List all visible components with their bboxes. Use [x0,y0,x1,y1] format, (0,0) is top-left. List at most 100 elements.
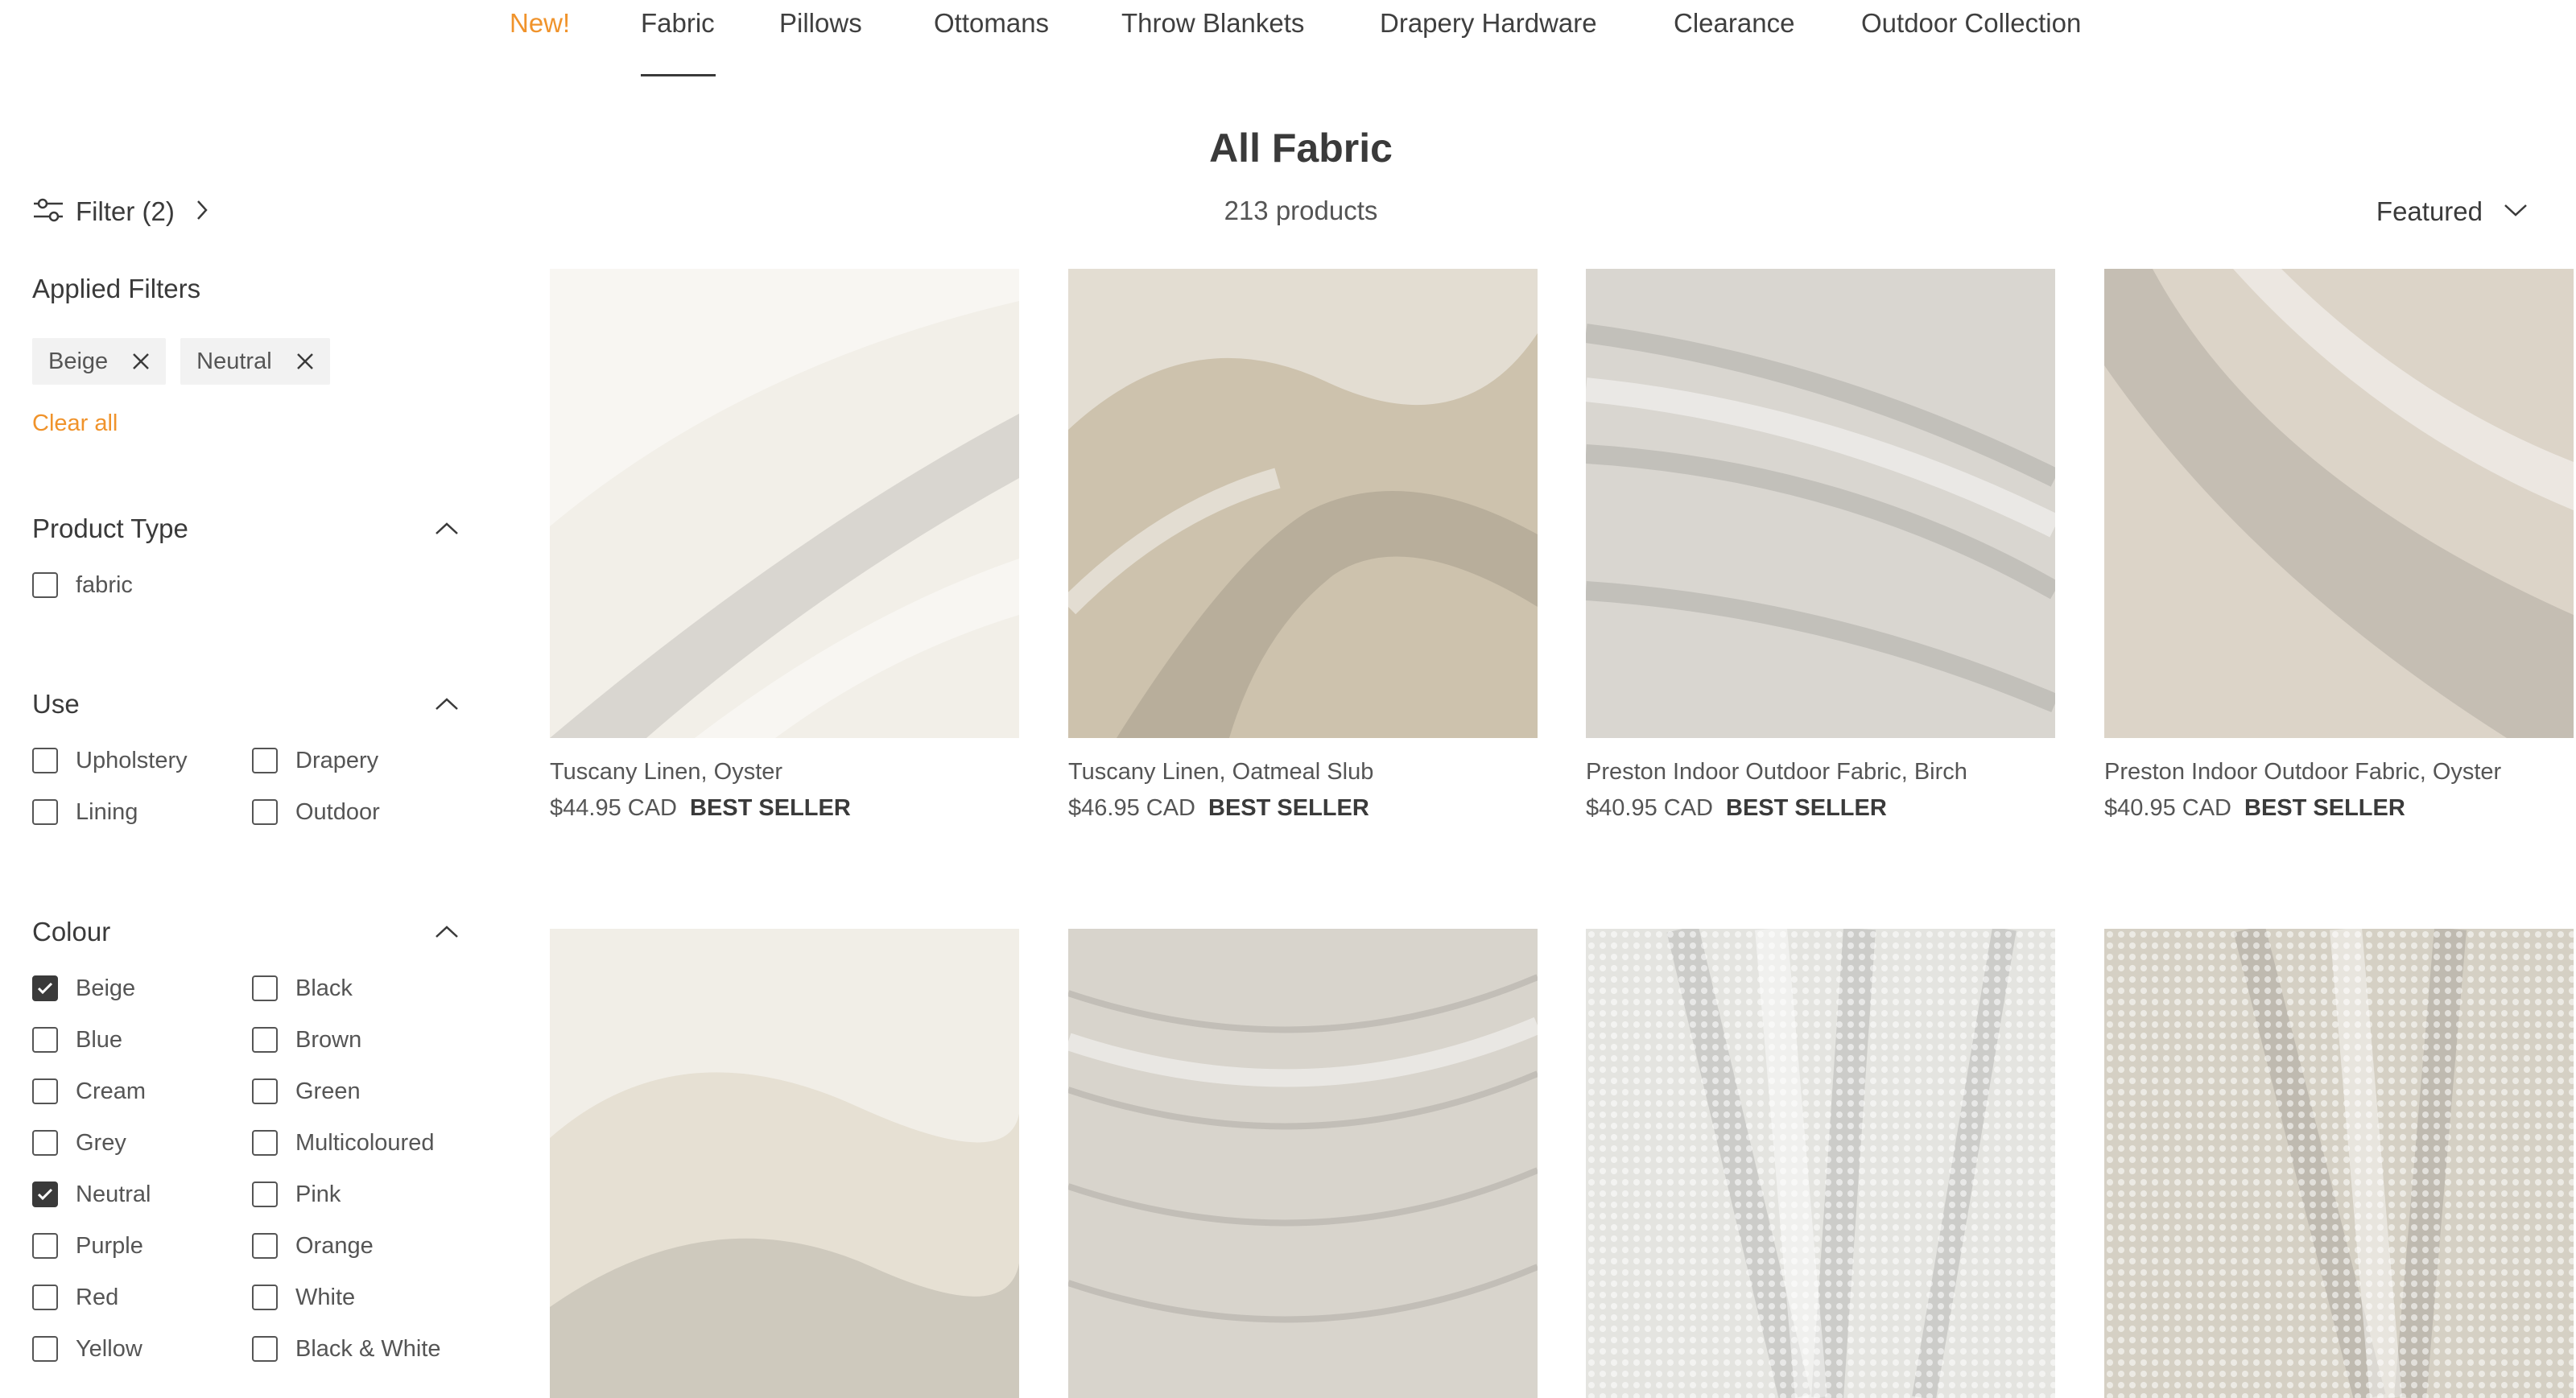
checkbox[interactable] [252,1233,278,1259]
checkbox[interactable] [252,1078,278,1104]
filter-toggle-button[interactable]: Filter (2) [32,192,208,232]
nav-item-drapery-hardware[interactable]: Drapery Hardware [1380,8,1597,39]
product-card[interactable]: Preston Indoor Outdoor Fabric, Oyster $40… [2104,269,2574,822]
checkbox[interactable] [32,975,58,1001]
filter-option[interactable]: Upholstery [32,744,252,777]
facet-header[interactable]: Colour [32,912,459,952]
filter-option[interactable]: Yellow [32,1332,252,1366]
filter-option-label: Brown [295,1026,362,1053]
filter-option[interactable]: Neutral [32,1177,252,1211]
checkbox[interactable] [32,1078,58,1104]
checkbox[interactable] [32,1285,58,1310]
clear-all-link[interactable]: Clear all [32,410,118,437]
filter-option[interactable]: Black & White [252,1332,459,1366]
product-image[interactable] [1068,269,1538,738]
nav-item-ottomans[interactable]: Ottomans [934,8,1049,39]
filter-option[interactable]: White [252,1280,459,1314]
nav-item-throw-blankets[interactable]: Throw Blankets [1121,8,1304,39]
checkbox[interactable] [32,748,58,773]
best-seller-badge: BEST SELLER [690,795,851,821]
product-count: 213 products [1224,196,1378,225]
checkbox[interactable] [32,572,58,598]
checkbox[interactable] [32,1181,58,1207]
filter-option[interactable]: Blue [32,1023,252,1057]
chevron-up-icon[interactable] [435,522,459,536]
facet-title: Use [32,689,80,719]
filter-option[interactable]: Black [252,971,459,1005]
product-image[interactable] [1068,929,1538,1398]
nav-item-pillows[interactable]: Pillows [779,8,862,39]
checkbox[interactable] [252,1285,278,1310]
applied-filter-chip: Beige [32,338,167,385]
filter-option[interactable]: Red [32,1280,252,1314]
filter-option[interactable]: Lining [32,795,252,829]
product-image[interactable] [1586,269,2055,738]
product-price-row: $40.95 CAD BEST SELLER [2104,795,2574,822]
product-card[interactable] [1586,929,2055,1398]
filter-option-label: Yellow [76,1335,142,1362]
checkbox[interactable] [32,1027,58,1053]
product-card[interactable]: Tuscany Linen, Oatmeal Slub $46.95 CAD BES… [1068,269,1538,822]
facet-options: Beige Black Blue Brown Cream Green Grey Multico… [32,971,459,1366]
product-image[interactable] [550,929,1019,1398]
nav-item-clearance[interactable]: Clearance [1674,8,1794,39]
filter-option[interactable]: Orange [252,1229,459,1263]
filter-option[interactable]: Brown [252,1023,459,1057]
filter-option[interactable]: fabric [32,568,252,602]
chevron-right-icon [196,199,208,225]
checkbox[interactable] [252,1336,278,1362]
product-image[interactable] [1586,929,2055,1398]
filter-option-label: Lining [76,798,138,825]
filter-option[interactable]: Beige [32,971,252,1005]
close-icon[interactable] [296,353,314,370]
product-card[interactable] [550,929,1019,1398]
product-price: $44.95 CAD [550,795,677,821]
close-icon[interactable] [132,353,150,370]
filter-option-label: Pink [295,1181,341,1207]
facet-header[interactable]: Use [32,684,459,724]
product-card[interactable]: Tuscany Linen, Oyster $44.95 CAD BEST SELL… [550,269,1019,822]
nav-item-new[interactable]: New! [510,8,570,39]
filter-option[interactable]: Pink [252,1177,459,1211]
filter-option[interactable]: Multicoloured [252,1126,459,1160]
nav-item-outdoor-collection[interactable]: Outdoor Collection [1861,8,2081,39]
best-seller-badge: BEST SELLER [1726,795,1887,821]
checkbox[interactable] [252,748,278,773]
checkbox[interactable] [32,799,58,825]
chevron-up-icon[interactable] [435,925,459,939]
product-name[interactable]: Preston Indoor Outdoor Fabric, Birch [1586,759,2055,786]
checkbox[interactable] [252,1181,278,1207]
checkbox[interactable] [32,1130,58,1156]
checkbox[interactable] [252,799,278,825]
product-image[interactable] [550,269,1019,738]
applied-filter-chips: Beige Neutral [32,338,467,385]
product-card[interactable] [2104,929,2574,1398]
checkbox[interactable] [32,1233,58,1259]
product-image[interactable] [2104,929,2574,1398]
checkbox[interactable] [252,975,278,1001]
checkbox[interactable] [252,1130,278,1156]
chevron-up-icon[interactable] [435,697,459,711]
product-name[interactable]: Preston Indoor Outdoor Fabric, Oyster [2104,759,2574,786]
product-price: $40.95 CAD [2104,795,2231,821]
facet-header[interactable]: Product Type [32,509,459,549]
checkbox[interactable] [252,1027,278,1053]
checkbox[interactable] [32,1336,58,1362]
filter-option[interactable]: Purple [32,1229,252,1263]
filter-option[interactable]: Drapery [252,744,459,777]
filter-option[interactable]: Green [252,1074,459,1108]
sort-dropdown[interactable]: Featured [2376,192,2528,232]
nav-item-fabric[interactable]: Fabric [641,8,715,39]
product-card[interactable]: Preston Indoor Outdoor Fabric, Birch $40.… [1586,269,2055,822]
filter-option-label: Red [76,1284,119,1310]
filter-option[interactable]: Cream [32,1074,252,1108]
filter-option[interactable]: Outdoor [252,795,459,829]
check-icon [37,982,53,995]
product-name[interactable]: Tuscany Linen, Oyster [550,759,1019,786]
filter-option[interactable]: Grey [32,1126,252,1160]
product-image[interactable] [2104,269,2574,738]
product-name[interactable]: Tuscany Linen, Oatmeal Slub [1068,759,1538,786]
chip-label: Beige [48,348,109,374]
facet-colour: Colour Beige Black Blue Brown Cream Green Grey… [32,912,459,1366]
product-card[interactable] [1068,929,1538,1398]
